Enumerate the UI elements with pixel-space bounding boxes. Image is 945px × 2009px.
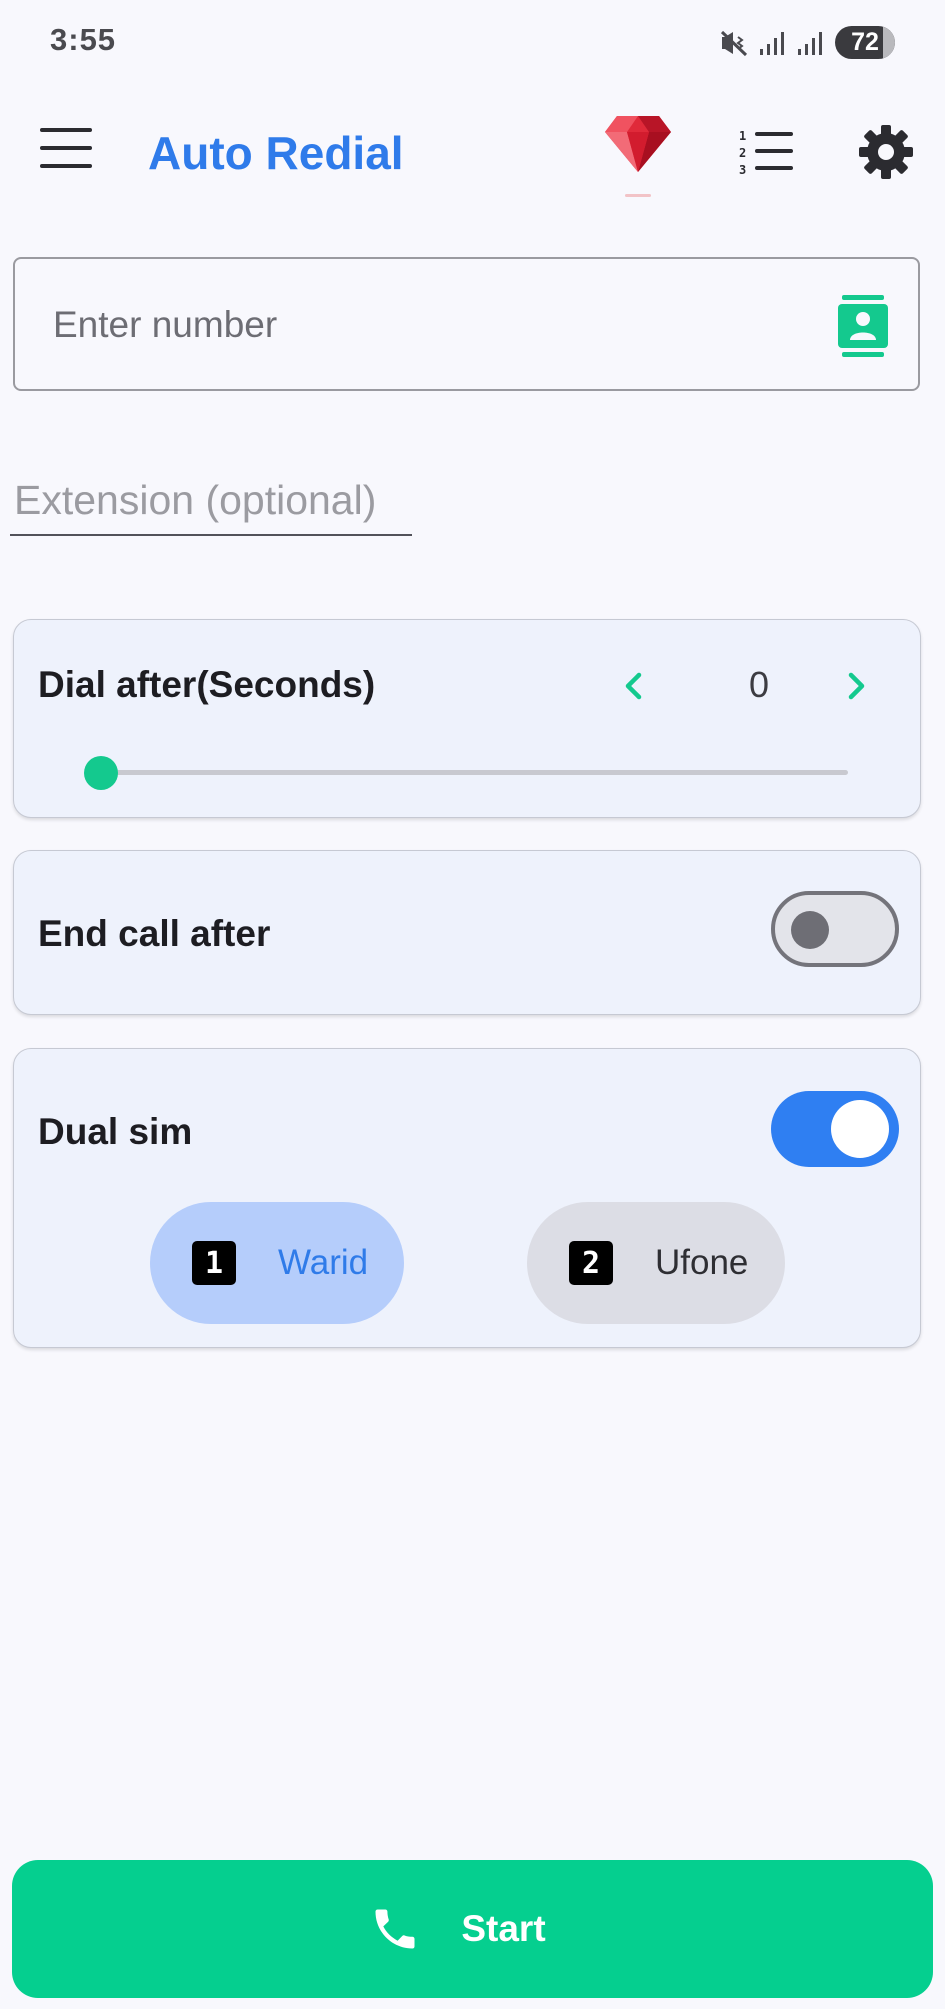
toggle-knob: [831, 1100, 889, 1158]
extension-input[interactable]: [10, 470, 412, 530]
extension-field: [10, 470, 412, 536]
gem-indicator: [625, 194, 651, 197]
dual-sim-toggle[interactable]: [771, 1091, 899, 1167]
gem-icon: [605, 116, 671, 172]
app-title: Auto Redial: [148, 127, 404, 179]
decrease-delay-button[interactable]: [614, 666, 654, 706]
menu-button[interactable]: [40, 128, 92, 168]
battery-indicator: 72: [835, 26, 895, 59]
sim-1-button[interactable]: 1 Warid: [150, 1202, 404, 1324]
signal-icon: [760, 31, 784, 55]
gear-icon: [859, 125, 913, 179]
premium-button[interactable]: [603, 112, 673, 197]
sim-2-icon: 2: [569, 1241, 613, 1285]
svg-text:3: 3: [739, 163, 746, 176]
dual-sim-card: Dual sim 1 Warid 2 Ufone: [13, 1048, 921, 1348]
chevron-right-icon: [848, 672, 865, 700]
dual-sim-label: Dual sim: [38, 1111, 193, 1152]
delay-slider-thumb[interactable]: [84, 756, 118, 790]
mute-vibrate-icon: [720, 30, 748, 56]
end-call-toggle[interactable]: [771, 891, 899, 967]
battery-level: 72: [851, 28, 879, 56]
history-list-button[interactable]: 1 2 3: [737, 128, 795, 177]
phone-number-input[interactable]: [51, 297, 815, 353]
settings-button[interactable]: [858, 124, 914, 180]
svg-text:2: 2: [739, 146, 746, 160]
status-icons: 72: [719, 26, 895, 59]
chevron-left-icon: [625, 672, 642, 700]
dial-after-card: Dial after(Seconds) 0: [13, 619, 921, 818]
delay-slider-track[interactable]: [100, 770, 848, 775]
phone-number-field: [13, 257, 920, 391]
sim-1-name: Warid: [278, 1243, 369, 1282]
svg-text:1: 1: [739, 129, 746, 143]
phone-icon: [375, 1909, 415, 1949]
delay-value: 0: [748, 664, 770, 705]
sim-1-icon: 1: [192, 1241, 236, 1285]
start-button[interactable]: Start: [12, 1860, 933, 1998]
status-time: 3:55: [50, 22, 117, 57]
end-call-card: End call after: [13, 850, 921, 1015]
increase-delay-button[interactable]: [836, 666, 876, 706]
end-call-label: End call after: [38, 913, 271, 954]
numbered-list-icon: 1 2 3: [739, 129, 793, 177]
contacts-button[interactable]: [838, 295, 888, 357]
signal-icon: [798, 31, 822, 55]
sim-2-name: Ufone: [655, 1243, 749, 1282]
menu-icon: [40, 128, 92, 132]
sim-2-button[interactable]: 2 Ufone: [527, 1202, 785, 1324]
contact-icon: [838, 295, 888, 357]
start-label: Start: [461, 1908, 546, 1949]
dial-after-label: Dial after(Seconds): [38, 664, 376, 705]
toggle-knob: [791, 911, 829, 949]
